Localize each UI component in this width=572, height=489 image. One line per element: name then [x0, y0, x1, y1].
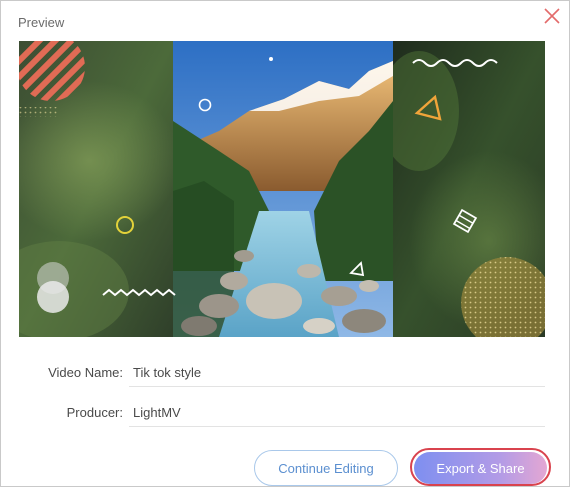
video-name-label: Video Name: — [48, 365, 123, 380]
producer-label: Producer: — [66, 405, 123, 420]
divider — [129, 386, 545, 387]
close-icon[interactable] — [540, 4, 564, 28]
producer-value[interactable]: LightMV — [133, 405, 181, 420]
video-name-value[interactable]: Tik tok style — [133, 365, 201, 380]
video-preview[interactable] — [19, 41, 545, 337]
divider — [129, 426, 545, 427]
producer-row: Producer: LightMV — [19, 397, 545, 427]
continue-editing-button[interactable]: Continue Editing — [254, 450, 398, 486]
video-frame-image — [173, 41, 393, 337]
dialog-title: Preview — [18, 15, 65, 30]
export-share-button[interactable]: Export & Share — [414, 452, 547, 484]
preview-dialog: Preview Video Name: Tik tok style Produc… — [0, 0, 570, 487]
video-name-row: Video Name: Tik tok style — [19, 357, 545, 387]
